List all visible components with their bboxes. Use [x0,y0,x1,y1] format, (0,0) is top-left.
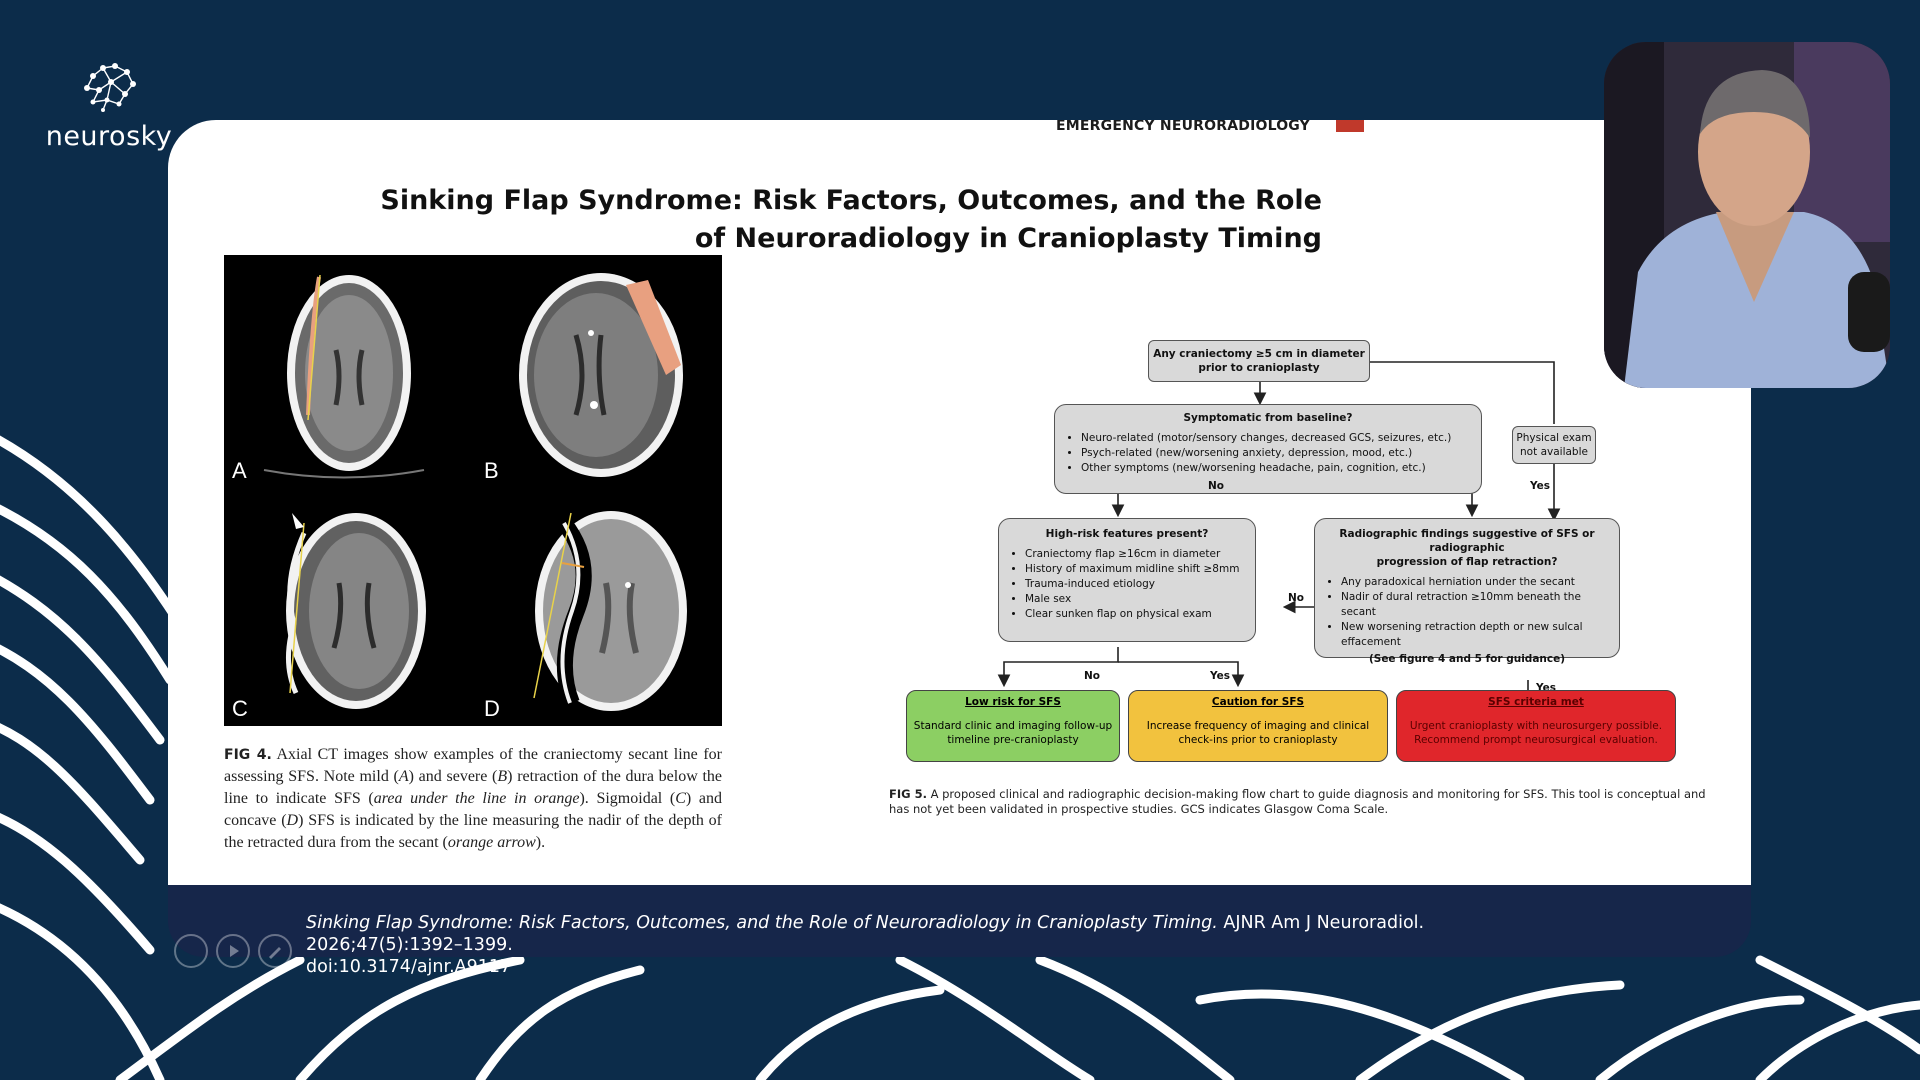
outcome-caution: Caution for SFS Increase frequency of im… [1128,690,1388,762]
webcam-video [1604,42,1890,388]
citation-doi: doi:10.3174/ajnr.A9117 [306,957,512,977]
outcome-text: Increase frequency of imaging and clinic… [1146,720,1370,746]
list-item: Male sex [1025,592,1247,607]
slide-panel: EMERGENCY NEURORADIOLOGY Sinking Flap Sy… [168,120,1751,885]
outcome-text: Urgent cranioplasty with neurosurgery po… [1409,720,1663,746]
edge-label-no: No [1208,480,1225,492]
ct-panel-a: A [224,255,470,488]
paper-title-line2: of Neuroradiology in Cranioplasty Timing [694,223,1322,254]
ct-image-grid: A B C D [224,255,722,726]
figure4-caption: FIG 4. Axial CT images show examples of … [224,744,722,854]
outcome-title: SFS criteria met [1488,696,1584,708]
high-risk-title: High-risk features present? [1045,528,1209,540]
start-line2: prior to cranioplasty [1198,362,1320,374]
list-item: Trauma-induced etiology [1025,577,1247,592]
list-item: Clear sunken flap on physical exam [1025,607,1247,622]
outcome-title: Low risk for SFS [965,696,1061,708]
figure5-label: FIG 5. [889,787,927,801]
pen-icon[interactable] [258,934,292,968]
previous-icon[interactable] [174,934,208,968]
brain-network-icon [84,63,136,112]
high-risk-node: High-risk features present? Craniectomy … [998,518,1256,642]
outcome-text: Standard clinic and imaging follow-up ti… [913,720,1113,746]
edge-label-no: No [1288,592,1305,604]
brand-name: neurosky [45,121,173,152]
ct-panel-d: D [476,493,722,726]
panel-label: D [484,696,500,721]
symptomatic-title: Symptomatic from baseline? [1183,412,1353,424]
high-risk-list: Craniectomy flap ≥16cm in diameter Histo… [1007,547,1247,622]
radiographic-node: Radiographic findings suggestive of SFS … [1314,518,1620,665]
ct-panel-b: B [476,255,722,488]
citation-text: Sinking Flap Syndrome: Risk Factors, Out… [306,912,1586,978]
caption-text: A proposed clinical and radiographic dec… [889,787,1706,816]
outcome-title: Caution for SFS [1211,696,1305,708]
neurosky-logo: neurosky [44,58,174,152]
radiographic-note: (See figure 4 and 5 for guidance) [1368,653,1566,665]
outcome-low-risk: Low risk for SFS Standard clinic and ima… [906,690,1120,762]
paper-title: Sinking Flap Syndrome: Risk Factors, Out… [358,182,1322,258]
figure5-caption: FIG 5. A proposed clinical and radiograp… [889,787,1707,817]
panel-label: C [232,696,248,721]
caption-ref: area under the line in orange [373,790,580,807]
ct-panel-c: C [224,493,470,726]
physical-exam-node: Physical exam not available [1512,426,1596,464]
section-accent [1336,120,1364,132]
list-item: Nadir of dural retraction ≥10mm beneath … [1341,590,1611,620]
caption-ref: A [398,768,409,785]
caption-ref: C [675,790,686,807]
panel-label: B [484,458,499,483]
list-item: New worsening retraction depth or new su… [1341,620,1611,650]
start-node: Any craniectomy ≥5 cm in diameter prior … [1148,340,1370,382]
section-tag: EMERGENCY NEURORADIOLOGY [1056,120,1311,134]
paper-title-line1: Sinking Flap Syndrome: Risk Factors, Out… [380,185,1322,216]
edge-label-yes: Yes [1210,670,1231,682]
symptomatic-list: Neuro-related (motor/sensory changes, de… [1063,431,1473,476]
outcome-sfs-met: SFS criteria met Urgent cranioplasty wit… [1396,690,1676,762]
edge-label-no: No [1084,670,1101,682]
caption-text: ). [535,834,546,851]
panel-label: A [232,458,247,483]
caption-ref: B [497,768,508,785]
list-item: Craniectomy flap ≥16cm in diameter [1025,547,1247,562]
caption-ref: D [286,812,299,829]
radiographic-title-line1: Radiographic findings suggestive of SFS … [1339,528,1595,554]
presenter-image [1604,42,1890,388]
radiographic-list: Any paradoxical herniation under the sec… [1323,575,1611,650]
list-item: Any paradoxical herniation under the sec… [1341,575,1611,590]
caption-text: ) and severe ( [408,768,498,785]
edge-label-yes: Yes [1530,480,1551,492]
physical-exam-line1: Physical exam [1516,432,1592,444]
radiographic-title-line2: progression of flap retraction? [1376,556,1558,568]
list-item: Other symptoms (new/worsening headache, … [1081,461,1473,476]
figure4-label: FIG 4. [224,747,272,763]
start-line1: Any craniectomy ≥5 cm in diameter [1153,348,1365,360]
citation-title: Sinking Flap Syndrome: Risk Factors, Out… [306,913,1218,933]
list-item: Neuro-related (motor/sensory changes, de… [1081,431,1473,446]
list-item: Psych-related (new/worsening anxiety, de… [1081,446,1473,461]
list-item: History of maximum midline shift ≥8mm [1025,562,1247,577]
decision-flowchart: Any craniectomy ≥5 cm in diameter prior … [888,340,1708,762]
symptomatic-node: Symptomatic from baseline? Neuro-related… [1054,404,1482,494]
caption-ref: orange arrow [447,834,536,851]
caption-text: ). Sigmoidal ( [579,790,676,807]
physical-exam-line2: not available [1520,446,1588,458]
play-icon[interactable] [216,934,250,968]
